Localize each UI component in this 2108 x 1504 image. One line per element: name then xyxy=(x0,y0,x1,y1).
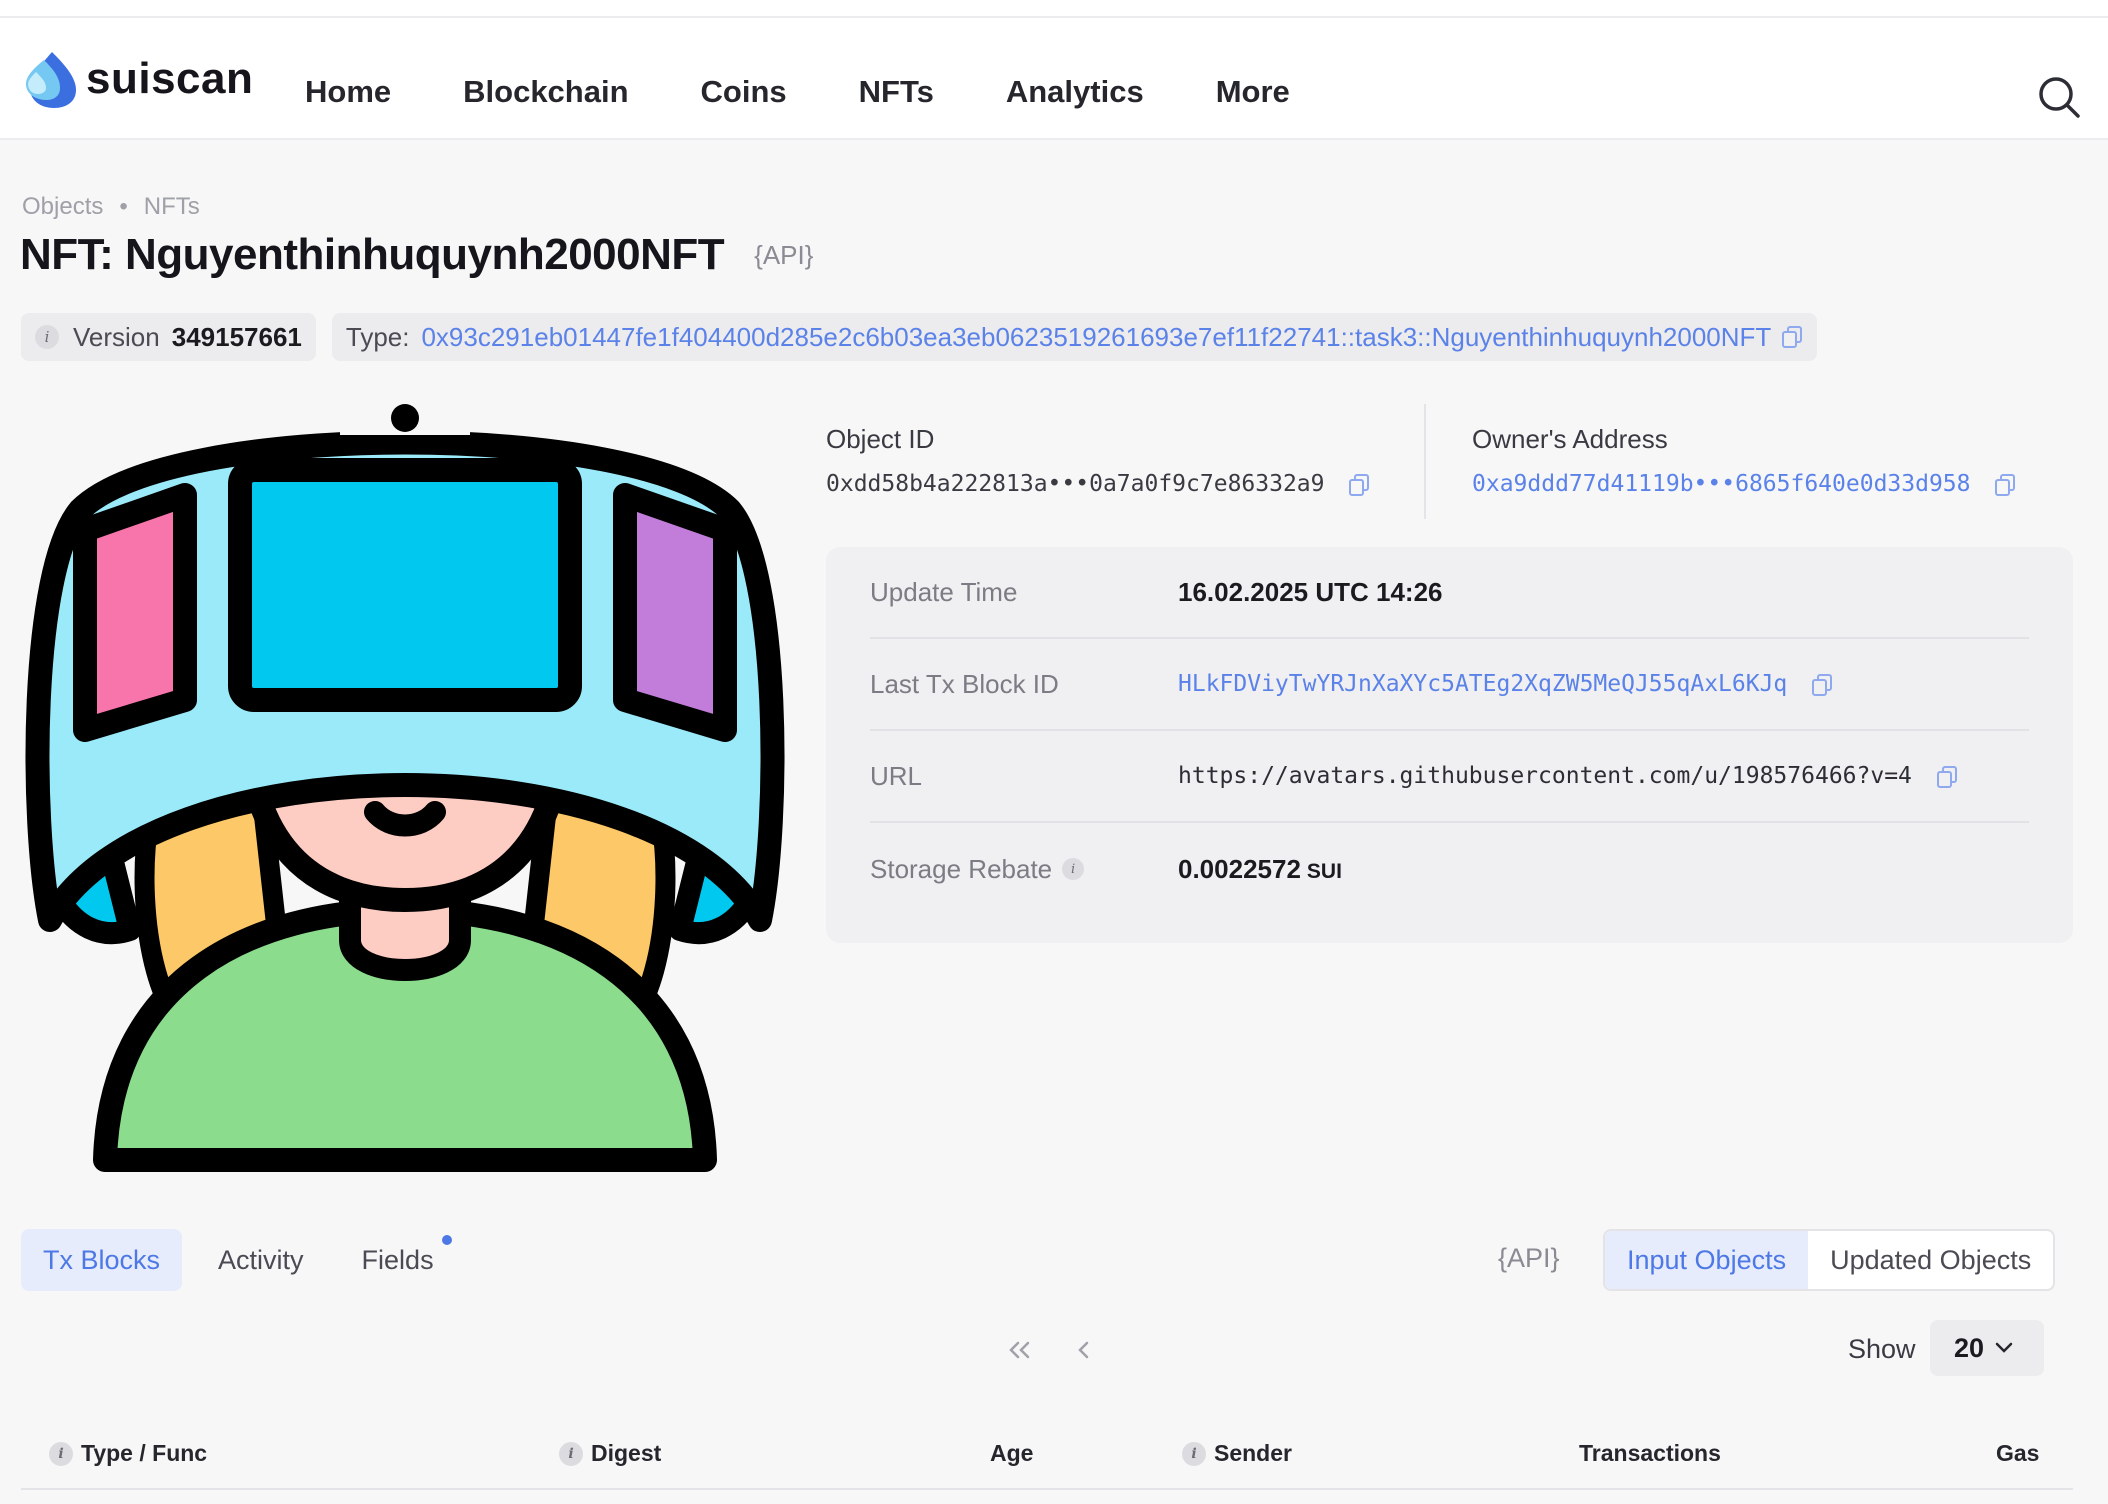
chevron-left-icon xyxy=(1078,1341,1089,1359)
meta-row: i Version 349157661 Type: 0x93c291eb0144… xyxy=(21,313,1833,361)
object-id-text: 0xdd58b4a222813a•••0a7a0f9c7e86332a9 xyxy=(826,471,1325,497)
th-age: Age xyxy=(990,1440,1033,1467)
updated-objects-button[interactable]: Updated Objects xyxy=(1808,1231,2053,1289)
info-icon[interactable]: i xyxy=(559,1441,583,1466)
copy-icon[interactable] xyxy=(1994,473,2016,497)
double-chevron-left-icon xyxy=(1009,1341,1030,1359)
detail-row-url: URL https://avatars.githubusercontent.co… xyxy=(870,731,2029,823)
th-digest: i Digest xyxy=(559,1440,661,1467)
top-strip xyxy=(0,0,2108,18)
th-label: Sender xyxy=(1214,1440,1292,1466)
storage-rebate-value: 0.0022572 SUI xyxy=(1178,854,1342,885)
nav-analytics[interactable]: Analytics xyxy=(1006,74,1144,110)
tab-bar: Tx Blocks Activity Fields xyxy=(21,1229,470,1291)
object-filter-toggle: Input Objects Updated Objects xyxy=(1603,1229,2056,1291)
type-chip: Type: 0x93c291eb01447fe1f404400d285e2c6b… xyxy=(331,313,1818,361)
info-icon[interactable]: i xyxy=(1182,1441,1206,1466)
owner-value: 0xa9ddd77d41119b•••6865f640e0d33d958 xyxy=(1472,471,2016,497)
owner-label: Owner's Address xyxy=(1472,424,1668,454)
th-label: Type / Func xyxy=(81,1440,208,1466)
th-label: Digest xyxy=(591,1440,662,1466)
nav-more[interactable]: More xyxy=(1216,74,1290,110)
update-time-value: 16.02.2025 UTC 14:26 xyxy=(1178,576,1443,607)
copy-icon[interactable] xyxy=(1811,673,1833,697)
nft-image xyxy=(25,404,785,1172)
tab-tx-blocks[interactable]: Tx Blocks xyxy=(21,1229,183,1291)
copy-icon[interactable] xyxy=(1936,765,1958,789)
tab-fields[interactable]: Fields xyxy=(340,1229,456,1291)
input-objects-button[interactable]: Input Objects xyxy=(1605,1231,1809,1289)
info-icon[interactable]: i xyxy=(1062,858,1085,880)
th-label: Transactions xyxy=(1579,1440,1721,1466)
detail-row-last-tx: Last Tx Block ID HLkFDViyTwYRJnXaXYc5ATE… xyxy=(870,639,2029,731)
last-tx-value: HLkFDViyTwYRJnXaXYc5ATEg2XqZW5MeQJ55qAxL… xyxy=(1178,671,1833,697)
detail-label: Last Tx Block ID xyxy=(870,668,1059,699)
object-id-block: Object ID 0xdd58b4a222813a•••0a7a0f9c7e8… xyxy=(826,404,1426,519)
pagination xyxy=(1000,1330,1128,1370)
tab-activity[interactable]: Activity xyxy=(196,1229,326,1291)
nav-blockchain[interactable]: Blockchain xyxy=(463,74,628,110)
page-size-value: 20 xyxy=(1954,1332,1985,1363)
main-nav: Home Blockchain Coins NFTs Analytics Mor… xyxy=(305,74,1362,110)
th-transactions: Transactions xyxy=(1579,1440,1721,1467)
copy-icon[interactable] xyxy=(1348,473,1370,497)
th-label: Age xyxy=(990,1440,1034,1466)
page-size-select[interactable]: 20 xyxy=(1930,1320,2044,1376)
version-label: Version xyxy=(73,321,160,352)
search-icon[interactable] xyxy=(2036,74,2082,120)
page-title: NFT: Nguyenthinhuquynh2000NFT xyxy=(20,230,725,279)
object-ids: Object ID 0xdd58b4a222813a•••0a7a0f9c7e8… xyxy=(826,404,2071,519)
th-label: Gas xyxy=(1996,1440,2040,1466)
details-card: Update Time 16.02.2025 UTC 14:26 Last Tx… xyxy=(826,547,2073,943)
prev-page-button[interactable] xyxy=(1064,1330,1104,1370)
table-header: i Type / Func i Digest Age i Sender Tran… xyxy=(21,1428,2073,1490)
last-tx-link[interactable]: HLkFDViyTwYRJnXaXYc5ATEg2XqZW5MeQJ55qAxL… xyxy=(1178,671,1787,697)
copy-icon[interactable] xyxy=(1781,325,1803,349)
object-id-value: 0xdd58b4a222813a•••0a7a0f9c7e86332a9 xyxy=(826,471,1394,497)
url-text: https://avatars.githubusercontent.com/u/… xyxy=(1178,763,1912,789)
th-sender: i Sender xyxy=(1182,1440,1292,1467)
object-id-label: Object ID xyxy=(826,424,935,454)
chevron-down-icon xyxy=(1995,1342,2013,1353)
th-gas: Gas xyxy=(1996,1440,2039,1467)
info-icon[interactable]: i xyxy=(35,325,59,349)
api-link[interactable]: {API} xyxy=(754,240,813,271)
nav-home[interactable]: Home xyxy=(305,74,391,110)
nav-nfts[interactable]: NFTs xyxy=(859,74,934,110)
detail-row-storage-rebate: Storage Rebate i 0.0022572 SUI xyxy=(870,823,2029,915)
api-link[interactable]: {API} xyxy=(1498,1243,1560,1274)
storage-rebate-unit: SUI xyxy=(1306,859,1342,883)
title-row: NFT: Nguyenthinhuquynh2000NFT {API} xyxy=(20,230,813,280)
detail-row-update-time: Update Time 16.02.2025 UTC 14:26 xyxy=(870,547,2029,639)
site-header: suiscan Home Blockchain Coins NFTs Analy… xyxy=(0,18,2108,140)
logo[interactable]: suiscan xyxy=(22,48,253,110)
version-value: 349157661 xyxy=(171,321,302,352)
version-chip: i Version 349157661 xyxy=(21,313,316,361)
notification-dot xyxy=(441,1235,452,1245)
first-page-button[interactable] xyxy=(1000,1330,1040,1370)
owner-address-link[interactable]: 0xa9ddd77d41119b•••6865f640e0d33d958 xyxy=(1472,471,1971,497)
storage-rebate-amount: 0.0022572 xyxy=(1178,853,1301,884)
storage-rebate-label: Storage Rebate xyxy=(870,853,1053,884)
breadcrumb: Objects • NFTs xyxy=(22,193,200,221)
breadcrumb-nfts[interactable]: NFTs xyxy=(144,193,200,221)
type-value[interactable]: 0x93c291eb01447fe1f404400d285e2c6b03ea3e… xyxy=(421,322,1771,353)
suiscan-logo-icon xyxy=(26,52,76,108)
type-label: Type: xyxy=(345,321,410,352)
tab-fields-label: Fields xyxy=(361,1244,434,1275)
info-icon[interactable]: i xyxy=(49,1441,73,1466)
breadcrumb-objects[interactable]: Objects xyxy=(22,193,103,221)
detail-label: URL xyxy=(870,760,923,791)
detail-label: Storage Rebate i xyxy=(870,854,1178,885)
nav-coins[interactable]: Coins xyxy=(701,74,787,110)
th-type-func: i Type / Func xyxy=(49,1440,207,1467)
breadcrumb-separator: • xyxy=(119,193,128,220)
owner-block: Owner's Address 0xa9ddd77d41119b•••6865f… xyxy=(1426,404,2046,519)
url-value: https://avatars.githubusercontent.com/u/… xyxy=(1178,763,1958,789)
detail-label: Update Time xyxy=(870,576,1018,607)
logo-text: suiscan xyxy=(86,54,254,103)
show-label: Show xyxy=(1848,1334,1916,1364)
